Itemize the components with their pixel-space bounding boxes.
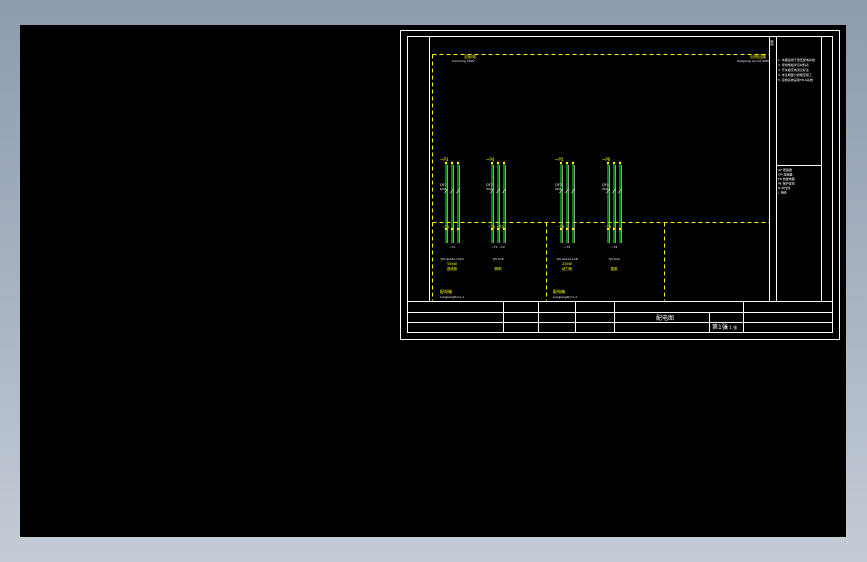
circuit-top-tag: ~P6 <box>602 157 611 162</box>
terminal-top <box>450 161 454 165</box>
legend-item: KM 接触器 <box>778 172 793 177</box>
terminal-bottom <box>618 227 622 231</box>
circuit-label2: 照明 <box>495 267 503 271</box>
bottom-tag-white: ~T3 <box>564 245 570 249</box>
legend-list: QF 断路器KM 接触器FR 热继电器PE 保护接地N 中性线L 相线 <box>778 167 795 195</box>
cable-spec: YJV-5x4 <box>608 257 619 261</box>
label-left-top-sub: Incoming 400V <box>452 59 476 63</box>
circuit-2: ~P4QF232A~T1 ~T2~T1 ~T2YJV-5x6照明 <box>486 157 506 271</box>
device-rating: 25A <box>602 187 609 191</box>
terminal-top <box>496 161 500 165</box>
notes-list: 1. 本图适用于低压配电系统2. 导线规格详见材料表3. 开关额定电流见标注4.… <box>778 57 815 82</box>
terminal-top <box>456 161 460 165</box>
circuit-label1: 22kW <box>562 262 572 266</box>
label-bottom-left-sub: Longlength=x-1 <box>440 295 464 299</box>
device-rating: 40A <box>555 187 562 191</box>
terminal-bottom <box>612 227 616 231</box>
terminal-bottom <box>456 227 460 231</box>
circuit-bottom-tag: ~T1 ~T2 <box>488 225 504 229</box>
legend-item: L 相线 <box>778 190 787 195</box>
circuit-label2: 插座 <box>611 266 619 271</box>
dashed-boundaries <box>432 54 770 301</box>
terminal-bottom <box>565 227 569 231</box>
circuit-4: ~P6QF425A~T4~T4YJV-5x4插座 <box>602 157 622 271</box>
circuit-group: ~P3QF163A~T1~T1YJV-4x16+1x1055kW进线柜~P4QF… <box>440 157 622 271</box>
terminal-bottom <box>571 227 575 231</box>
bottom-tag-white: ~T1 ~T2 <box>491 245 505 249</box>
notes-header: 说明 <box>769 40 774 46</box>
legend-item: FR 热继电器 <box>778 176 795 181</box>
label-bottom-mid-sub: Longlength=x-1 <box>553 295 577 299</box>
terminal-top <box>559 161 563 165</box>
device-rating: 63A <box>440 187 447 191</box>
circuit-bottom-tag: ~T3 <box>557 225 564 229</box>
bottom-tag-white: ~T1 <box>449 245 455 249</box>
cable-spec: YJV-4x16+1x10 <box>440 257 463 261</box>
circuit-top-tag: ~P5 <box>555 157 564 162</box>
label-right-top-sub: Outgoing circuit 400V <box>737 59 771 63</box>
terminal-top <box>618 161 622 165</box>
terminal-top <box>612 161 616 165</box>
circuit-label2: 动力柜 <box>562 266 573 271</box>
note-item: 1. 本图适用于低压配电系统 <box>778 57 815 62</box>
circuit-top-tag: ~P4 <box>486 157 495 162</box>
circuit-1: ~P3QF163A~T1~T1YJV-4x16+1x1055kW进线柜 <box>440 157 464 271</box>
device-rating: 32A <box>486 187 493 191</box>
label-bottom-left: 配电箱 <box>440 288 452 294</box>
note-item: 5. 接地系统采用TN-S系统 <box>778 77 813 82</box>
note-item: 4. 未注明部分按规范施工 <box>778 72 812 77</box>
circuit-bottom-tag: ~T4 <box>604 225 612 229</box>
model-space-canvas[interactable]: 配电图 第1张 共 1 张 总配电 Incoming 400V 出线回路 Out… <box>20 25 846 537</box>
terminal-bottom <box>450 227 454 231</box>
terminal-top <box>606 161 610 165</box>
cable-spec: YJV-5x6 <box>492 257 503 261</box>
sheet-of: 共 1 张 <box>724 324 737 330</box>
circuit-top-tag: ~P3 <box>440 157 449 162</box>
note-item: 2. 导线规格详见材料表 <box>778 62 809 67</box>
legend-item: QF 断路器 <box>778 167 792 172</box>
circuit-label1: 55kW <box>447 262 457 266</box>
label-bottom-mid: 配电箱 <box>553 288 565 294</box>
terminal-top <box>490 161 494 165</box>
terminal-top <box>571 161 575 165</box>
drawing-name: 配电图 <box>656 314 674 322</box>
title-block <box>407 301 833 333</box>
circuit-3: ~P5QF340A~T3~T3YJV-4x10+1x622kW动力柜 <box>555 157 578 271</box>
note-item: 3. 开关额定电流见标注 <box>778 67 809 72</box>
cable-spec: YJV-4x10+1x6 <box>556 257 577 261</box>
cad-drawing: 配电图 第1张 共 1 张 总配电 Incoming 400V 出线回路 Out… <box>400 30 840 340</box>
legend-item: N 中性线 <box>778 185 790 190</box>
circuit-bottom-tag: ~T1 <box>442 225 449 229</box>
terminal-top <box>502 161 506 165</box>
terminal-top <box>444 161 448 165</box>
bottom-tag-white: ~T4 <box>611 245 617 249</box>
legend-item: PE 保护接地 <box>778 181 795 186</box>
terminal-top <box>565 161 569 165</box>
circuit-label2: 进线柜 <box>447 266 458 271</box>
